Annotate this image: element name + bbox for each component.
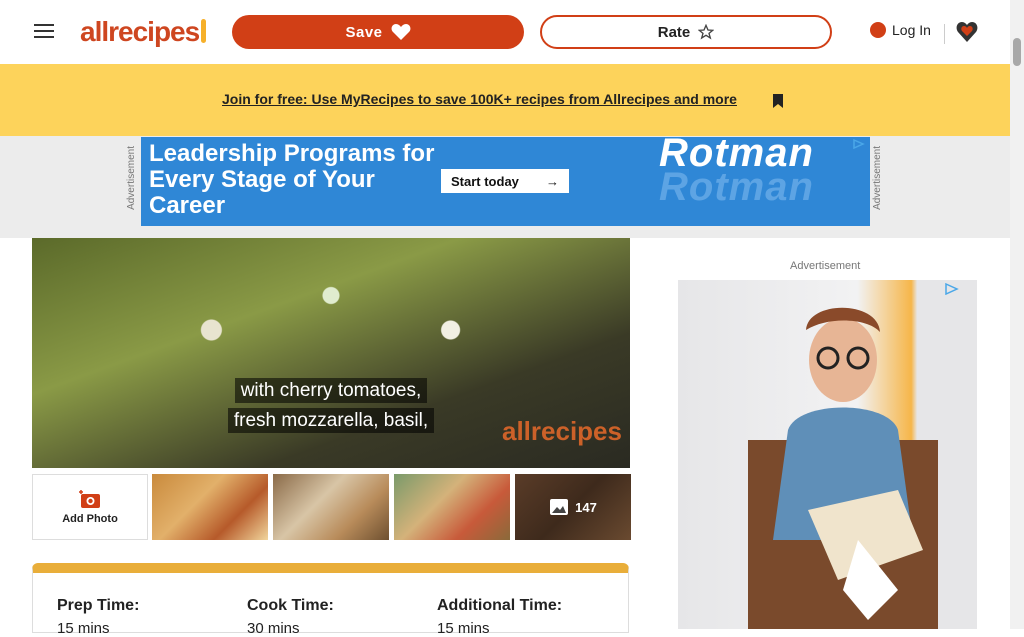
ad-cta-label: Start today	[451, 173, 519, 189]
star-icon	[698, 24, 715, 40]
ad-brand-echo: Rotman	[659, 165, 814, 209]
page-scrollbar[interactable]	[1010, 0, 1024, 629]
bookmark-icon[interactable]	[772, 93, 784, 109]
scrollbar-thumb[interactable]	[1013, 38, 1021, 66]
caption-text-2: fresh mozzarella, basil,	[227, 408, 435, 433]
user-photo-thumbnail[interactable]	[273, 474, 389, 540]
ad-cta-button[interactable]: Start today →	[441, 169, 569, 193]
rate-button[interactable]: Rate	[540, 15, 832, 49]
heart-icon	[391, 24, 410, 40]
join-free-link[interactable]: Join for free: Use MyRecipes to save 100…	[222, 91, 737, 107]
ad-headline: Leadership Programs for Every Stage of Y…	[149, 140, 435, 219]
rate-label: Rate	[657, 23, 691, 41]
logo-spoon	[201, 19, 207, 43]
add-photo-label: Add Photo	[62, 513, 118, 525]
camera-icon	[79, 490, 100, 508]
add-photo-button[interactable]: Add Photo	[32, 474, 148, 540]
login-link[interactable]: Log In	[870, 22, 931, 38]
ad-label-right: Advertisement	[872, 146, 883, 210]
ad-choices-icon[interactable]	[945, 283, 959, 295]
save-label: Save	[345, 23, 383, 41]
gallery-icon	[550, 499, 569, 515]
all-photos-button[interactable]: 147	[515, 474, 631, 540]
recipe-video[interactable]: with cherry tomatoes, fresh mozzarella, …	[32, 238, 630, 468]
leadership-ad-banner[interactable]: Leadership Programs for Every Stage of Y…	[141, 137, 870, 226]
right-ad-label: Advertisement	[790, 260, 861, 272]
saved-recipes-heart-icon[interactable]	[956, 20, 978, 44]
user-icon	[870, 22, 886, 38]
login-label: Log In	[892, 22, 931, 38]
ad-choices-icon[interactable]	[853, 139, 865, 149]
user-photo-thumbnail[interactable]	[394, 474, 510, 540]
arrow-right-icon: →	[546, 173, 559, 189]
user-photo-thumbnail[interactable]	[152, 474, 268, 540]
logo-text: allrecipes	[80, 16, 200, 47]
save-button[interactable]: Save	[232, 15, 524, 49]
cook-time-label: Cook Time:	[247, 597, 334, 614]
caption-text-1: with cherry tomatoes,	[234, 378, 428, 403]
video-watermark: allrecipes	[502, 416, 622, 446]
right-ad-image[interactable]	[678, 280, 977, 629]
prep-time-label: Prep Time:	[57, 597, 140, 614]
additional-time-label: Additional Time:	[437, 597, 563, 614]
photo-count: 147	[575, 499, 597, 515]
caption-line-1: with cherry tomatoes,	[32, 378, 630, 403]
menu-icon[interactable]	[34, 24, 54, 38]
site-logo[interactable]: allrecipes	[80, 16, 207, 48]
header-divider	[944, 24, 945, 44]
ad-label-left: Advertisement	[126, 146, 137, 210]
ad-person-illustration	[748, 307, 938, 629]
